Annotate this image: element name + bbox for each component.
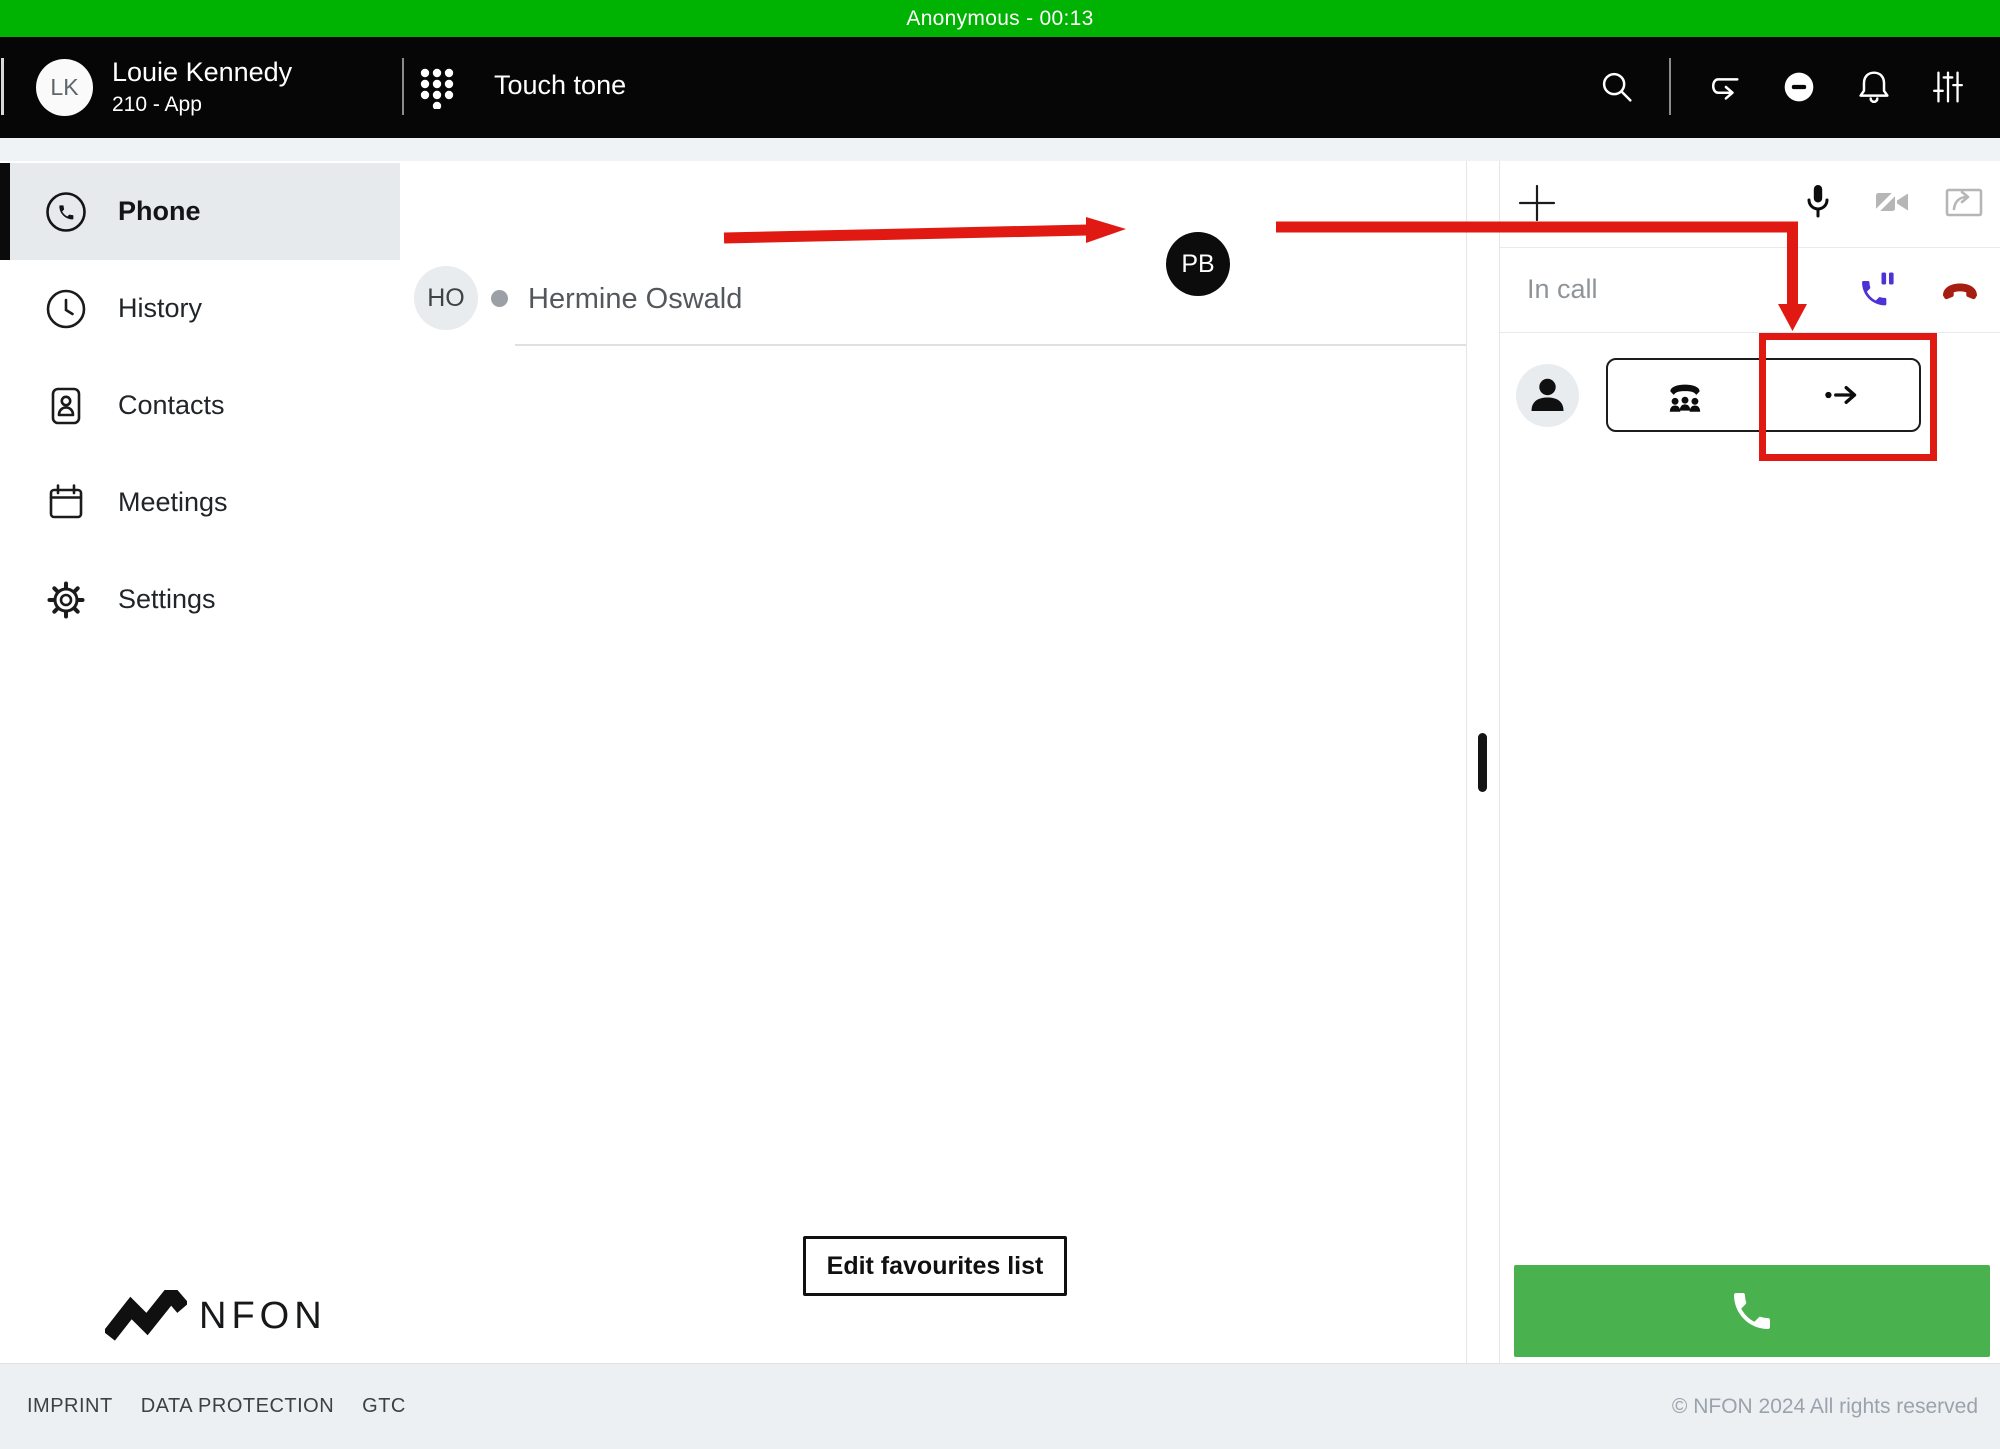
transfer-icon (1819, 372, 1865, 418)
header-accent-bar (1, 58, 4, 115)
active-call-status-bar[interactable]: Anonymous - 00:13 (0, 0, 2000, 37)
header-divider (1669, 58, 1671, 115)
call-panel-divider (1499, 161, 1500, 1363)
add-call-icon[interactable] (1515, 181, 1559, 225)
phone-icon (44, 190, 88, 234)
nfon-logo-mark (105, 1290, 187, 1342)
header-divider (402, 58, 404, 115)
call-icon (1728, 1287, 1776, 1335)
dragged-contact-initials: PB (1181, 250, 1214, 279)
sidebar-item-meetings[interactable]: Meetings (0, 454, 400, 551)
favourites-divider (515, 344, 1466, 346)
panel-resize-handle[interactable] (1478, 733, 1487, 792)
favourite-contact-avatar[interactable]: HO (414, 266, 478, 330)
search-icon[interactable] (1595, 65, 1639, 109)
sidebar-item-label: History (118, 293, 202, 324)
sidebar-item-label: Contacts (118, 390, 225, 421)
call-button[interactable] (1514, 1265, 1990, 1357)
sidebar-item-phone[interactable]: Phone (0, 163, 400, 260)
settings-gear-icon (44, 578, 88, 622)
edit-favourites-button[interactable]: Edit favourites list (803, 1236, 1067, 1296)
contacts-icon (44, 384, 88, 428)
sidebar-item-label: Settings (118, 584, 216, 615)
audio-settings-icon[interactable] (1926, 65, 1970, 109)
call-status-text: Anonymous - 00:13 (906, 7, 1093, 31)
history-icon (44, 287, 88, 331)
footer-link-gtc[interactable]: GTC (362, 1395, 406, 1418)
sidebar-item-label: Phone (118, 196, 201, 227)
footer-link-imprint[interactable]: IMPRINT (27, 1395, 113, 1418)
copyright-text: © NFON 2024 All rights reserved (1672, 1395, 1978, 1419)
screen-share-icon[interactable] (1942, 181, 1986, 225)
main-panel-divider (1466, 161, 1467, 1363)
user-name: Louie Kennedy (112, 57, 292, 88)
sidebar-item-history[interactable]: History (0, 260, 400, 357)
person-icon (1516, 364, 1579, 427)
call-party-avatar (1516, 364, 1579, 427)
dialpad-icon[interactable] (415, 65, 459, 109)
nfon-logo: NFON (105, 1290, 327, 1342)
transfer-button[interactable] (1763, 360, 1920, 430)
sidebar-item-label: Meetings (118, 487, 228, 518)
app-window: Anonymous - 00:13 LK Louie Kennedy 210 -… (0, 0, 2000, 1449)
app-header: LK Louie Kennedy 210 - App Touch tone (0, 37, 2000, 138)
hold-call-icon[interactable] (1855, 268, 1899, 312)
user-extension: 210 - App (112, 93, 202, 117)
favourite-contact-initials: HO (427, 284, 465, 313)
meetings-icon (44, 481, 88, 525)
dragged-contact-avatar[interactable]: PB (1166, 232, 1230, 296)
call-panel-row-divider (1500, 332, 2000, 333)
presence-indicator (491, 290, 508, 307)
call-action-group (1606, 358, 1921, 432)
sidebar-item-contacts[interactable]: Contacts (0, 357, 400, 454)
call-panel-row-divider (1500, 247, 2000, 248)
call-status-label: In call (1527, 274, 1598, 305)
camera-off-icon[interactable] (1870, 180, 1914, 224)
conference-button[interactable] (1608, 360, 1763, 430)
favourite-contact-name[interactable]: Hermine Oswald (528, 283, 742, 316)
footer-link-data-protection[interactable]: DATA PROTECTION (141, 1395, 334, 1418)
notifications-bell-icon[interactable] (1852, 65, 1896, 109)
call-redirect-icon[interactable] (1701, 65, 1745, 109)
do-not-disturb-icon[interactable] (1777, 65, 1821, 109)
user-avatar[interactable]: LK (36, 59, 93, 116)
sidebar-item-settings[interactable]: Settings (0, 551, 400, 648)
nfon-logo-text: NFON (199, 1295, 327, 1338)
microphone-icon[interactable] (1796, 180, 1840, 224)
feature-title: Touch tone (494, 70, 626, 101)
hang-up-icon[interactable] (1938, 268, 1982, 312)
conference-icon (1662, 372, 1708, 418)
footer: IMPRINT DATA PROTECTION GTC © NFON 2024 … (0, 1363, 2000, 1449)
user-initials: LK (50, 74, 78, 101)
